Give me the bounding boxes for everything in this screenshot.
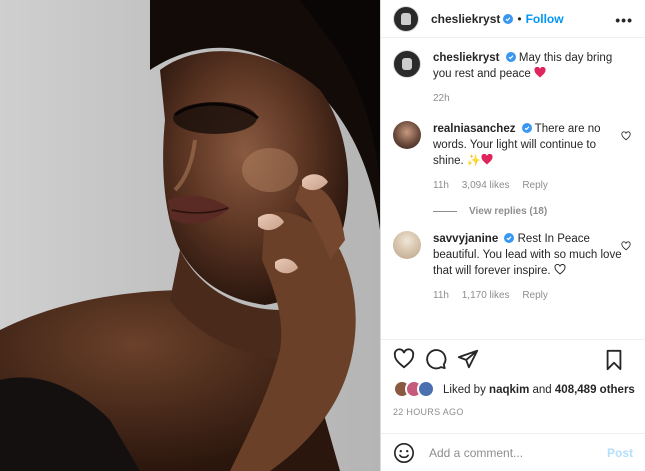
view-replies-button[interactable]: View replies (18) xyxy=(433,206,633,217)
white-heart-emoji-icon xyxy=(554,263,566,275)
author-avatar[interactable] xyxy=(393,5,419,32)
caption-time: 22h xyxy=(433,93,450,104)
comment-likes[interactable]: 1,170 likes xyxy=(462,290,510,301)
view-replies-label: View replies (18) xyxy=(469,206,548,217)
comment-icon[interactable] xyxy=(425,348,447,370)
reply-button[interactable]: Reply xyxy=(522,180,548,191)
liker-avatar xyxy=(417,380,435,398)
comment-row: realniasanchez There are no words. Your … xyxy=(393,121,633,194)
post-comment-button[interactable]: Post xyxy=(607,446,633,460)
caption-row: chesliekryst May this day bring you rest… xyxy=(393,50,633,107)
bookmark-icon[interactable] xyxy=(603,349,625,371)
verified-badge-icon xyxy=(521,123,532,133)
portrait-image xyxy=(0,0,380,471)
caption-username[interactable]: chesliekryst xyxy=(433,52,500,64)
comment-meta: 11h 3,094 likes Reply xyxy=(433,178,623,194)
liked-by-prefix: Liked by xyxy=(443,384,486,396)
author-username[interactable]: chesliekryst xyxy=(431,12,500,26)
add-comment-bar: Post xyxy=(381,433,645,471)
liked-by: Liked by naqkim and 408,489 others xyxy=(393,380,635,400)
like-comment-heart-icon[interactable] xyxy=(621,131,631,141)
comment-time: 11h xyxy=(433,180,449,191)
emoji-icon[interactable] xyxy=(393,442,415,464)
more-options-button[interactable]: ••• xyxy=(615,12,633,28)
share-icon[interactable] xyxy=(457,348,479,370)
post-actions xyxy=(381,339,645,377)
red-heart-emoji-icon xyxy=(534,66,546,78)
comment-username[interactable]: savvyjanine xyxy=(433,233,498,245)
verified-badge-icon xyxy=(503,13,514,24)
heart-icon[interactable] xyxy=(393,347,415,370)
comment-username[interactable]: realniasanchez xyxy=(433,123,515,135)
caption-meta: 22h xyxy=(433,91,623,107)
liked-by-user[interactable]: naqkim xyxy=(489,384,529,396)
sparkles-emoji-icon: ✨ xyxy=(466,155,482,167)
verified-badge-icon xyxy=(504,233,515,243)
commenter-avatar[interactable] xyxy=(393,121,421,149)
post-timestamp[interactable]: 22 HOURS AGO xyxy=(393,407,464,417)
post-header: chesliekryst • Follow ••• xyxy=(381,0,645,38)
post-sidebar: chesliekryst • Follow ••• chesliekryst M… xyxy=(380,0,645,471)
like-comment-heart-icon[interactable] xyxy=(621,241,631,251)
comments-list[interactable]: chesliekryst May this day bring you rest… xyxy=(381,38,645,338)
verified-badge-icon xyxy=(505,52,516,62)
comment-time: 11h xyxy=(433,290,449,301)
comment-row: savvyjanine Rest In Peace beautiful. You… xyxy=(393,231,633,304)
liked-by-middle: and xyxy=(532,384,552,396)
follow-button[interactable]: Follow xyxy=(526,12,564,26)
post-photo[interactable] xyxy=(0,0,380,471)
comment-input[interactable] xyxy=(429,445,599,460)
separator-dot: • xyxy=(517,11,522,26)
commenter-avatar[interactable] xyxy=(393,231,421,259)
comment-likes[interactable]: 3,094 likes xyxy=(462,180,510,191)
caption-avatar[interactable] xyxy=(393,50,421,78)
red-heart-emoji-icon xyxy=(481,153,493,165)
liked-by-count[interactable]: 408,489 others xyxy=(555,384,635,396)
reply-button[interactable]: Reply xyxy=(522,290,548,301)
liker-avatars xyxy=(393,380,435,400)
comment-meta: 11h 1,170 likes Reply xyxy=(433,288,623,304)
